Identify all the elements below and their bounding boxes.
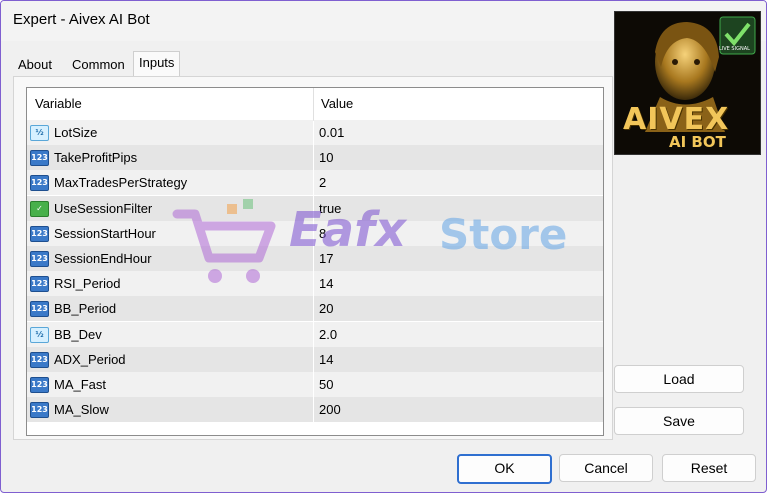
variable-cell: 123 MA_Slow (27, 397, 313, 423)
tab-about[interactable]: About (13, 55, 57, 75)
variable-value[interactable]: 17 (319, 251, 333, 266)
integer-icon: 123 (30, 402, 49, 419)
integer-icon: 123 (30, 301, 49, 318)
variable-cell: 123 ADX_Period (27, 346, 313, 372)
variable-value[interactable]: true (319, 201, 341, 216)
variable-name: BB_Period (54, 301, 117, 317)
value-cell[interactable]: 2 (314, 170, 603, 196)
variable-name: TakeProfitPips (54, 150, 138, 166)
value-cell[interactable]: 10 (314, 145, 603, 171)
variable-name: UseSessionFilter (54, 200, 153, 216)
table-row[interactable]: ½ LotSize 0.01 (27, 120, 603, 146)
integer-icon: 123 (30, 276, 49, 293)
column-header-value[interactable]: Value (321, 96, 353, 111)
column-divider[interactable] (313, 88, 314, 120)
ok-button[interactable]: OK (457, 454, 552, 484)
value-cell[interactable]: 8 (314, 220, 603, 246)
table-row[interactable]: 123 MA_Slow 200 (27, 397, 603, 424)
tab-common[interactable]: Common (67, 55, 130, 75)
value-cell[interactable]: 20 (314, 296, 603, 322)
variable-value[interactable]: 20 (319, 301, 333, 316)
double-icon: ½ (30, 125, 49, 141)
table-row[interactable]: 123 ADX_Period 14 (27, 346, 603, 373)
tab-inputs[interactable]: Inputs (133, 51, 181, 77)
logo-brand-text: AIVEX (623, 102, 730, 137)
grid-header: Variable Value (27, 88, 603, 121)
inputs-grid[interactable]: Variable Value ½ LotSize 0.01 123 TakeProfit… (26, 87, 604, 436)
table-row[interactable]: 123 TakeProfitPips 10 (27, 145, 603, 172)
variable-value[interactable]: 10 (319, 150, 333, 165)
double-icon: ½ (30, 326, 49, 343)
variable-name: MaxTradesPerStrategy (54, 175, 188, 191)
variable-name: ADX_Period (54, 351, 126, 367)
table-row[interactable]: 123 MA_Fast 50 (27, 372, 603, 398)
variable-cell: 123 RSI_Period (27, 271, 313, 297)
integer-icon: 123 (30, 175, 49, 192)
variable-name: RSI_Period (54, 276, 121, 292)
logo-subtitle-text: AI BOT (669, 133, 726, 151)
variable-value[interactable]: 2 (319, 175, 326, 190)
variable-value[interactable]: 8 (319, 226, 326, 241)
variable-cell: 123 MA_Fast (27, 372, 313, 397)
value-cell[interactable]: 200 (314, 397, 603, 423)
variable-value[interactable]: 2.0 (319, 327, 337, 342)
variable-cell: ✓ UseSessionFilter (27, 195, 313, 221)
table-row[interactable]: ½ BB_Dev 2.0 (27, 321, 603, 348)
variable-value[interactable]: 14 (319, 276, 333, 291)
value-cell[interactable]: 50 (314, 372, 603, 397)
variable-value[interactable]: 200 (319, 402, 341, 417)
variable-cell: 123 TakeProfitPips (27, 145, 313, 171)
integer-icon: 123 (30, 225, 49, 242)
load-button[interactable]: Load (614, 365, 744, 393)
variable-cell: ½ BB_Dev (27, 321, 313, 347)
variable-name: SessionEndHour (54, 251, 152, 266)
variable-value[interactable]: 50 (319, 377, 333, 392)
variable-name: BB_Dev (54, 326, 102, 342)
table-row[interactable]: 123 SessionStartHour 8 (27, 220, 603, 247)
variable-cell: 123 SessionEndHour (27, 246, 313, 271)
expert-dialog: Expert - Aivex AI Bot About Common Input… (0, 0, 767, 493)
value-cell[interactable]: 14 (314, 346, 603, 372)
table-row[interactable]: 123 MaxTradesPerStrategy 2 (27, 170, 603, 197)
variable-cell: 123 SessionStartHour (27, 220, 313, 246)
variable-value[interactable]: 0.01 (319, 125, 344, 140)
boolean-icon: ✓ (30, 200, 49, 217)
table-row[interactable]: 123 SessionEndHour 17 (27, 246, 603, 272)
column-header-variable[interactable]: Variable (35, 96, 82, 111)
variable-cell: 123 BB_Period (27, 296, 313, 322)
cancel-button[interactable]: Cancel (559, 454, 653, 482)
window-title: Expert - Aivex AI Bot (13, 11, 150, 28)
table-row[interactable]: ✓ UseSessionFilter true (27, 195, 603, 222)
value-cell[interactable]: true (314, 195, 603, 221)
live-signal-badge: LIVE SIGNAL (719, 46, 750, 52)
variable-name: LotSize (54, 125, 98, 140)
integer-icon: 123 (30, 251, 49, 267)
value-cell[interactable]: 14 (314, 271, 603, 297)
save-button[interactable]: Save (614, 407, 744, 435)
variable-cell: ½ LotSize (27, 120, 313, 145)
value-cell[interactable]: 0.01 (314, 120, 603, 145)
variable-name: MA_Fast (54, 377, 107, 392)
variable-name: SessionStartHour (54, 225, 156, 241)
value-cell[interactable]: 17 (314, 246, 603, 271)
reset-button[interactable]: Reset (662, 454, 756, 482)
aivex-logo: LIVE SIGNAL AIVEX AI BOT (614, 11, 761, 155)
integer-icon: 123 (30, 377, 49, 393)
table-row[interactable]: 123 RSI_Period 14 (27, 271, 603, 298)
variable-name: MA_Slow (54, 402, 109, 418)
table-row[interactable]: 123 BB_Period 20 (27, 296, 603, 323)
integer-icon: 123 (30, 351, 49, 368)
variable-cell: 123 MaxTradesPerStrategy (27, 170, 313, 196)
variable-value[interactable]: 14 (319, 352, 333, 367)
value-cell[interactable]: 2.0 (314, 321, 603, 347)
integer-icon: 123 (30, 150, 49, 167)
